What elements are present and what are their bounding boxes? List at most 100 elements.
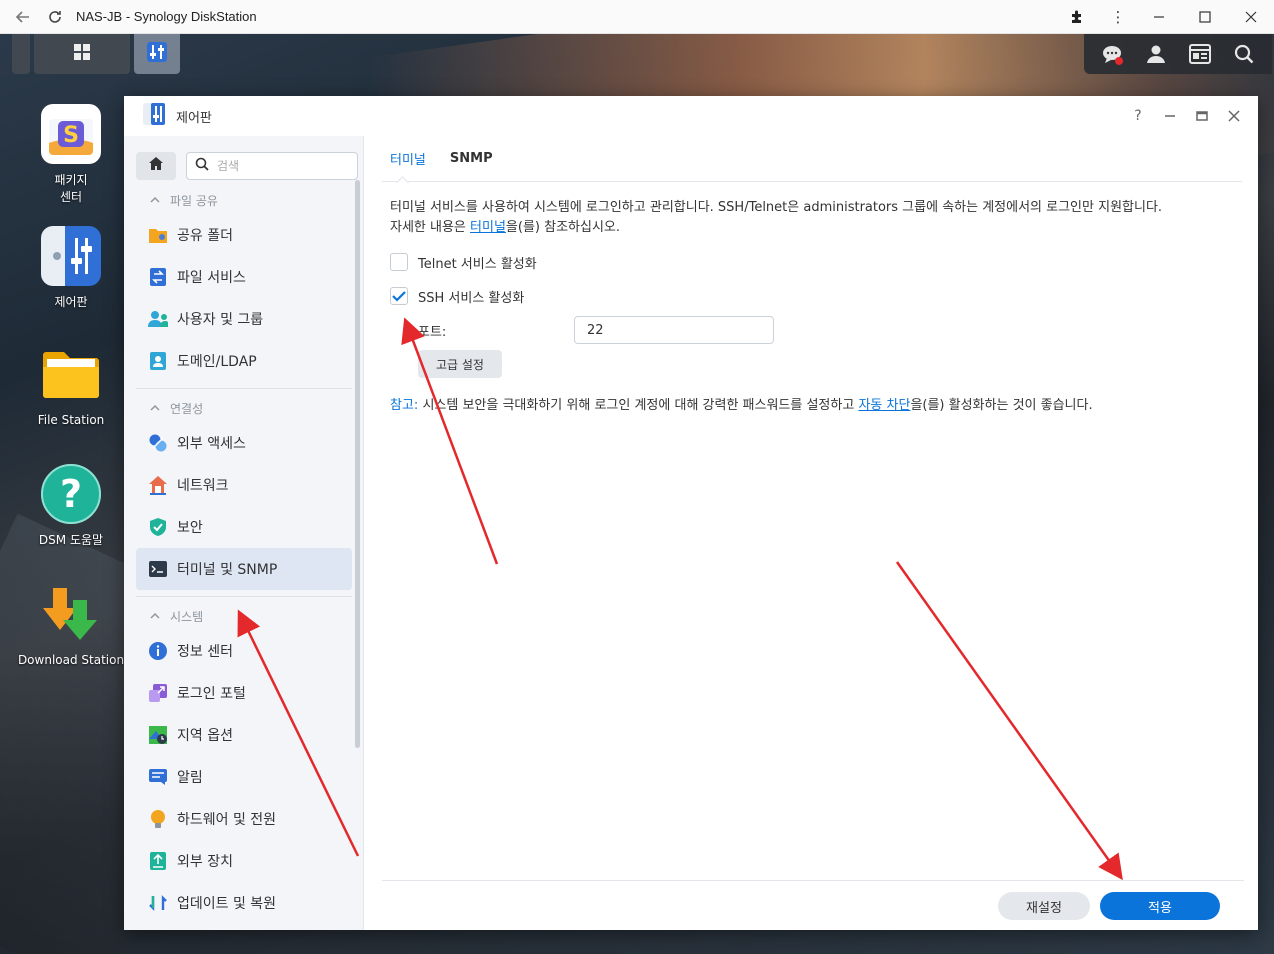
browser-title: NAS-JB - Synology DiskStation	[76, 9, 257, 24]
sidebar-item-security[interactable]: 보안	[136, 506, 352, 548]
back-arrow-icon[interactable]	[10, 4, 36, 30]
desktop-icon-label: 제어판	[54, 295, 88, 309]
info-icon	[148, 641, 168, 661]
chevron-up-icon	[150, 193, 160, 207]
window-titlebar[interactable]: 제어판 ?	[124, 96, 1258, 136]
chat-notification-icon[interactable]	[1098, 40, 1126, 68]
sidebar-item-update-restore[interactable]: 업데이트 및 복원	[136, 882, 352, 924]
main-menu-button[interactable]	[34, 34, 130, 74]
taskbar	[12, 34, 180, 74]
minimize-window-icon[interactable]	[1136, 0, 1182, 34]
sidebar-section-connectivity[interactable]: 연결성	[136, 394, 352, 422]
search-input[interactable]	[217, 159, 347, 173]
main-content: 터미널 SNMP 터미널 서비스를 사용하여 시스템에 로그인하고 관리합니다.…	[382, 136, 1244, 930]
sidebar-item-regional-options[interactable]: 지역 옵션	[136, 714, 352, 756]
desktop-icon-label: File Station	[37, 413, 105, 427]
users-icon	[148, 309, 168, 329]
control-panel-icon	[145, 40, 169, 68]
close-icon[interactable]	[1218, 102, 1250, 130]
help-question-icon: ?	[41, 464, 101, 524]
port-row: 포트:	[418, 316, 774, 344]
desktop-icon-label: DSM 도움말	[38, 533, 104, 547]
terminal-help-link[interactable]: 터미널	[470, 220, 506, 235]
reload-icon[interactable]	[42, 4, 68, 30]
sidebar-item-hardware-power[interactable]: 하드웨어 및 전원	[136, 798, 352, 840]
telnet-option[interactable]: Telnet 서비스 활성화	[390, 252, 537, 272]
apply-button[interactable]: 적용	[1100, 892, 1220, 920]
search-box[interactable]	[186, 152, 358, 180]
desktop-icon-label: Download Station	[17, 653, 125, 667]
download-arrows-icon	[41, 584, 101, 644]
control-panel-icon	[41, 226, 101, 286]
terminal-icon	[148, 559, 168, 579]
home-button[interactable]	[136, 152, 176, 180]
maximize-window-icon[interactable]	[1182, 0, 1228, 34]
update-arrows-icon	[148, 893, 168, 913]
tab-snmp[interactable]: SNMP	[442, 136, 501, 182]
taskbar-control-panel[interactable]	[134, 34, 180, 74]
sidebar-item-info-center[interactable]: 정보 센터	[136, 630, 352, 672]
grid-icon	[72, 42, 92, 66]
search-icon	[195, 157, 209, 175]
external-access-icon	[148, 433, 168, 453]
domain-ldap-icon	[148, 351, 168, 371]
browser-titlebar: NAS-JB - Synology DiskStation ⋮	[0, 0, 1274, 34]
sidebar-item-user-group[interactable]: 사용자 및 그룹	[136, 298, 352, 340]
sidebar-scrollbar[interactable]	[355, 180, 360, 748]
auto-block-link[interactable]: 자동 차단	[858, 398, 910, 413]
port-input[interactable]	[574, 316, 774, 344]
notification-message-icon	[148, 767, 168, 787]
package-center-icon: S	[41, 104, 101, 164]
sidebar-nav: 파일 공유 공유 폴더 파일 서비스 사용자 및 그룹 도메인/LDAP 연결성…	[136, 186, 352, 924]
description-text: 터미널 서비스를 사용하여 시스템에 로그인하고 관리합니다. SSH/Teln…	[390, 200, 1163, 235]
regional-map-icon	[148, 725, 168, 745]
minimize-icon[interactable]	[1154, 102, 1186, 130]
sidebar-item-login-portal[interactable]: 로그인 포털	[136, 672, 352, 714]
port-label: 포트:	[418, 324, 447, 340]
chevron-up-icon	[150, 609, 160, 623]
widgets-icon[interactable]	[1186, 40, 1214, 68]
sidebar-item-domain-ldap[interactable]: 도메인/LDAP	[136, 340, 352, 382]
sidebar-item-notification[interactable]: 알림	[136, 756, 352, 798]
sidebar-item-external-devices[interactable]: 외부 장치	[136, 840, 352, 882]
search-icon[interactable]	[1230, 40, 1258, 68]
svg-text:?: ?	[60, 472, 82, 516]
sidebar-item-file-services[interactable]: 파일 서비스	[136, 256, 352, 298]
sidebar-item-network[interactable]: 네트워크	[136, 464, 352, 506]
home-icon	[148, 156, 164, 176]
maximize-icon[interactable]	[1186, 102, 1218, 130]
control-panel-icon	[142, 102, 166, 130]
shield-icon	[148, 517, 168, 537]
notification-dot	[1115, 57, 1123, 65]
close-window-icon[interactable]	[1228, 0, 1274, 34]
help-icon[interactable]: ?	[1122, 102, 1154, 130]
external-device-icon	[148, 851, 168, 871]
taskbar-spacer	[12, 34, 30, 74]
desktop-icon-download-station[interactable]: Download Station	[12, 584, 130, 669]
desktop-icon-package-center[interactable]: S 패키지 센터	[12, 104, 130, 206]
desktop-icon-control-panel[interactable]: 제어판	[12, 226, 130, 311]
user-icon[interactable]	[1142, 40, 1170, 68]
file-services-icon	[148, 267, 168, 287]
desktop-icon-file-station[interactable]: File Station	[12, 344, 130, 429]
ssh-checkbox[interactable]	[390, 287, 408, 305]
extensions-puzzle-icon[interactable]	[1054, 0, 1100, 34]
taskbar-tray	[1084, 34, 1272, 74]
sidebar-item-external-access[interactable]: 외부 액세스	[136, 422, 352, 464]
tab-terminal[interactable]: 터미널	[382, 136, 434, 182]
desktop-icon-label: 패키지 센터	[54, 173, 88, 204]
sidebar-item-shared-folder[interactable]: 공유 폴더	[136, 214, 352, 256]
reset-button[interactable]: 재설정	[998, 892, 1090, 920]
security-note: 참고: 시스템 보안을 극대화하기 위해 로그인 계정에 대해 강력한 패스워드…	[390, 398, 1093, 413]
shared-folder-icon	[148, 225, 168, 245]
advanced-settings-button[interactable]: 고급 설정	[418, 350, 502, 378]
telnet-checkbox[interactable]	[390, 253, 408, 271]
desktop-icon-dsm-help[interactable]: ? DSM 도움말	[12, 464, 130, 549]
more-menu-icon[interactable]: ⋮	[1100, 0, 1136, 34]
sidebar-section-system[interactable]: 시스템	[136, 602, 352, 630]
sidebar-item-terminal-snmp[interactable]: 터미널 및 SNMP	[136, 548, 352, 590]
chevron-up-icon	[150, 401, 160, 415]
login-portal-icon	[148, 683, 168, 703]
ssh-option[interactable]: SSH 서비스 활성화	[390, 286, 524, 306]
sidebar-section-file-sharing[interactable]: 파일 공유	[136, 186, 352, 214]
